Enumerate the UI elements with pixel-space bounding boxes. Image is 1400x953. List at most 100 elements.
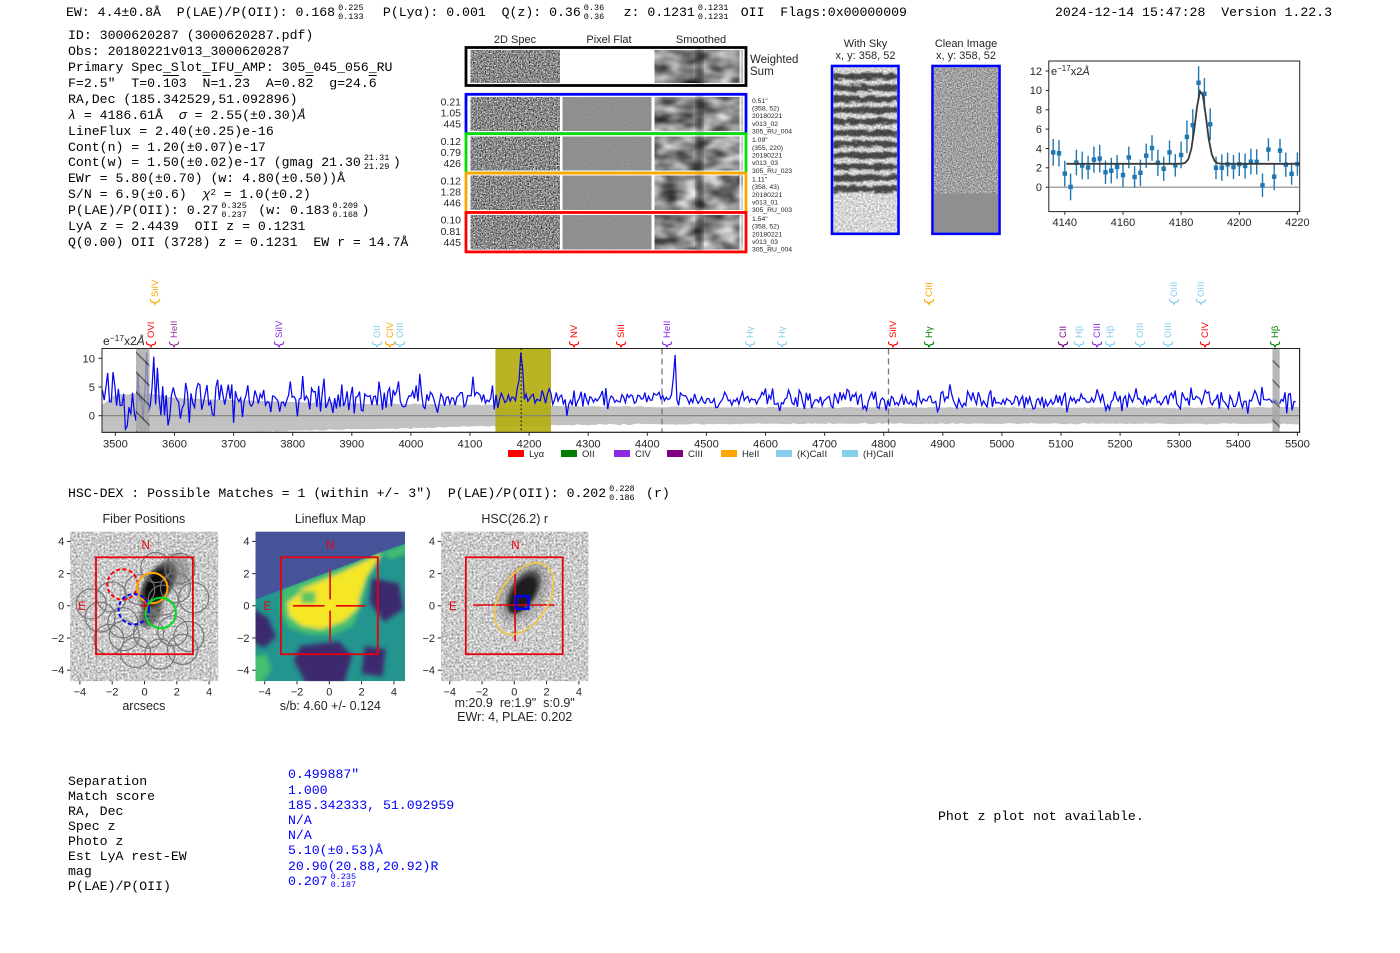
svg-text:(358, 52): (358, 52) [752, 106, 779, 113]
svg-text:Hγ: Hγ [745, 326, 756, 338]
svg-text:3800: 3800 [280, 439, 305, 451]
svg-text:CIII: CIII [1092, 323, 1103, 338]
svg-text:(358, 43): (358, 43) [752, 184, 779, 191]
svg-text:HeII: HeII [742, 449, 759, 460]
svg-text:10: 10 [83, 353, 95, 365]
svg-text:4: 4 [429, 536, 435, 548]
svg-text:CIV: CIV [1200, 322, 1211, 339]
svg-text:Lineflux Map: Lineflux Map [295, 512, 366, 526]
svg-text:HSC(26.2) r: HSC(26.2) r [481, 512, 548, 526]
svg-text:4220: 4220 [1285, 217, 1309, 229]
svg-text:4000: 4000 [398, 439, 423, 451]
svg-text:4160: 4160 [1111, 217, 1135, 229]
svg-text:N: N [511, 540, 519, 552]
svg-text:With Sky: With Sky [844, 38, 888, 50]
svg-text:x, y: 358, 52: x, y: 358, 52 [836, 50, 896, 62]
svg-text:N: N [326, 540, 334, 552]
svg-text:Smoothed: Smoothed [676, 34, 726, 46]
svg-text:426: 426 [443, 158, 461, 170]
svg-text:4: 4 [243, 536, 249, 548]
svg-text:E: E [449, 601, 457, 613]
svg-text:2: 2 [243, 568, 249, 580]
svg-text:305_RU_004: 305_RU_004 [752, 247, 792, 254]
svg-text:e−17x2Å: e−17x2Å [1051, 64, 1090, 78]
svg-text:SiIV: SiIV [150, 279, 161, 297]
svg-text:arcsecs: arcsecs [122, 699, 165, 713]
svg-text:CII: CII [1058, 326, 1069, 338]
svg-text:305_RU_023: 305_RU_023 [752, 168, 792, 175]
svg-text:1.09": 1.09" [752, 137, 768, 144]
svg-text:1.11": 1.11" [752, 177, 768, 184]
svg-text:e−17x2Å: e−17x2Å [103, 333, 145, 348]
svg-text:6: 6 [1036, 124, 1042, 136]
svg-text:−4: −4 [74, 687, 87, 699]
svg-text:SiII: SiII [616, 324, 627, 338]
svg-text:4100: 4100 [458, 439, 483, 451]
svg-text:OIII: OIII [1135, 323, 1146, 338]
svg-text:3600: 3600 [162, 439, 187, 451]
svg-text:OII: OII [372, 325, 383, 338]
svg-text:5100: 5100 [1049, 439, 1074, 451]
svg-text:4200: 4200 [1227, 217, 1251, 229]
svg-text:−2: −2 [106, 687, 119, 699]
svg-text:20180221: 20180221 [752, 231, 782, 238]
svg-text:−4: −4 [52, 665, 65, 677]
svg-text:0.51": 0.51" [752, 98, 768, 105]
svg-text:0: 0 [511, 687, 517, 699]
svg-text:v013_03: v013_03 [752, 239, 778, 246]
svg-text:EWr: 4, PLAE: 0.202: EWr: 4, PLAE: 0.202 [457, 710, 572, 724]
svg-text:20180221: 20180221 [752, 153, 782, 160]
svg-text:OIII: OIII [1196, 282, 1207, 297]
svg-text:3700: 3700 [221, 439, 246, 451]
svg-text:−4: −4 [237, 665, 250, 677]
svg-text:4: 4 [58, 536, 64, 548]
svg-text:OIII: OIII [1163, 323, 1174, 338]
svg-text:OIII: OIII [1169, 282, 1180, 297]
svg-text:3500: 3500 [103, 439, 128, 451]
svg-text:5500: 5500 [1285, 439, 1310, 451]
svg-text:v013_01: v013_01 [752, 200, 778, 207]
svg-text:Lyα: Lyα [529, 449, 545, 460]
svg-text:1.54": 1.54" [752, 216, 768, 223]
svg-text:Clean Image: Clean Image [935, 38, 997, 50]
svg-text:5: 5 [89, 382, 95, 394]
svg-text:SiIV: SiIV [274, 320, 285, 338]
svg-text:5400: 5400 [1226, 439, 1251, 451]
svg-text:4900: 4900 [930, 439, 955, 451]
svg-text:4180: 4180 [1169, 217, 1193, 229]
svg-text:(355, 220): (355, 220) [752, 145, 783, 152]
svg-text:0: 0 [429, 601, 435, 613]
svg-text:305_RU_004: 305_RU_004 [752, 128, 792, 135]
svg-text:0: 0 [243, 601, 249, 613]
svg-text:2: 2 [174, 687, 180, 699]
svg-text:v013_02: v013_02 [752, 121, 778, 128]
svg-text:NV: NV [569, 324, 580, 338]
svg-text:0: 0 [141, 687, 147, 699]
svg-text:HeII: HeII [169, 321, 180, 338]
svg-text:−2: −2 [291, 687, 304, 699]
svg-text:4: 4 [576, 687, 582, 699]
svg-text:Sum: Sum [750, 66, 774, 78]
svg-text:10: 10 [1030, 85, 1042, 97]
svg-text:20180221: 20180221 [752, 113, 782, 120]
svg-text:CIII: CIII [924, 282, 935, 297]
svg-text:5300: 5300 [1167, 439, 1192, 451]
svg-text:2: 2 [1036, 163, 1042, 175]
svg-text:CIII: CIII [688, 449, 703, 460]
svg-text:2: 2 [58, 568, 64, 580]
svg-text:305_RU_003: 305_RU_003 [752, 207, 792, 214]
svg-text:(K)CaII: (K)CaII [797, 449, 827, 460]
svg-text:0: 0 [1036, 182, 1042, 194]
svg-text:OII: OII [582, 449, 595, 460]
svg-text:0: 0 [326, 687, 332, 699]
svg-text:5000: 5000 [989, 439, 1014, 451]
svg-text:2: 2 [359, 687, 365, 699]
svg-text:HeII: HeII [662, 321, 673, 338]
svg-text:(358, 52): (358, 52) [752, 224, 779, 231]
svg-text:0: 0 [89, 411, 95, 423]
svg-text:Hβ: Hβ [1074, 325, 1085, 338]
svg-text:5200: 5200 [1108, 439, 1133, 451]
svg-text:Weighted: Weighted [750, 54, 798, 66]
svg-text:OVI: OVI [146, 322, 157, 338]
svg-text:−4: −4 [443, 687, 456, 699]
